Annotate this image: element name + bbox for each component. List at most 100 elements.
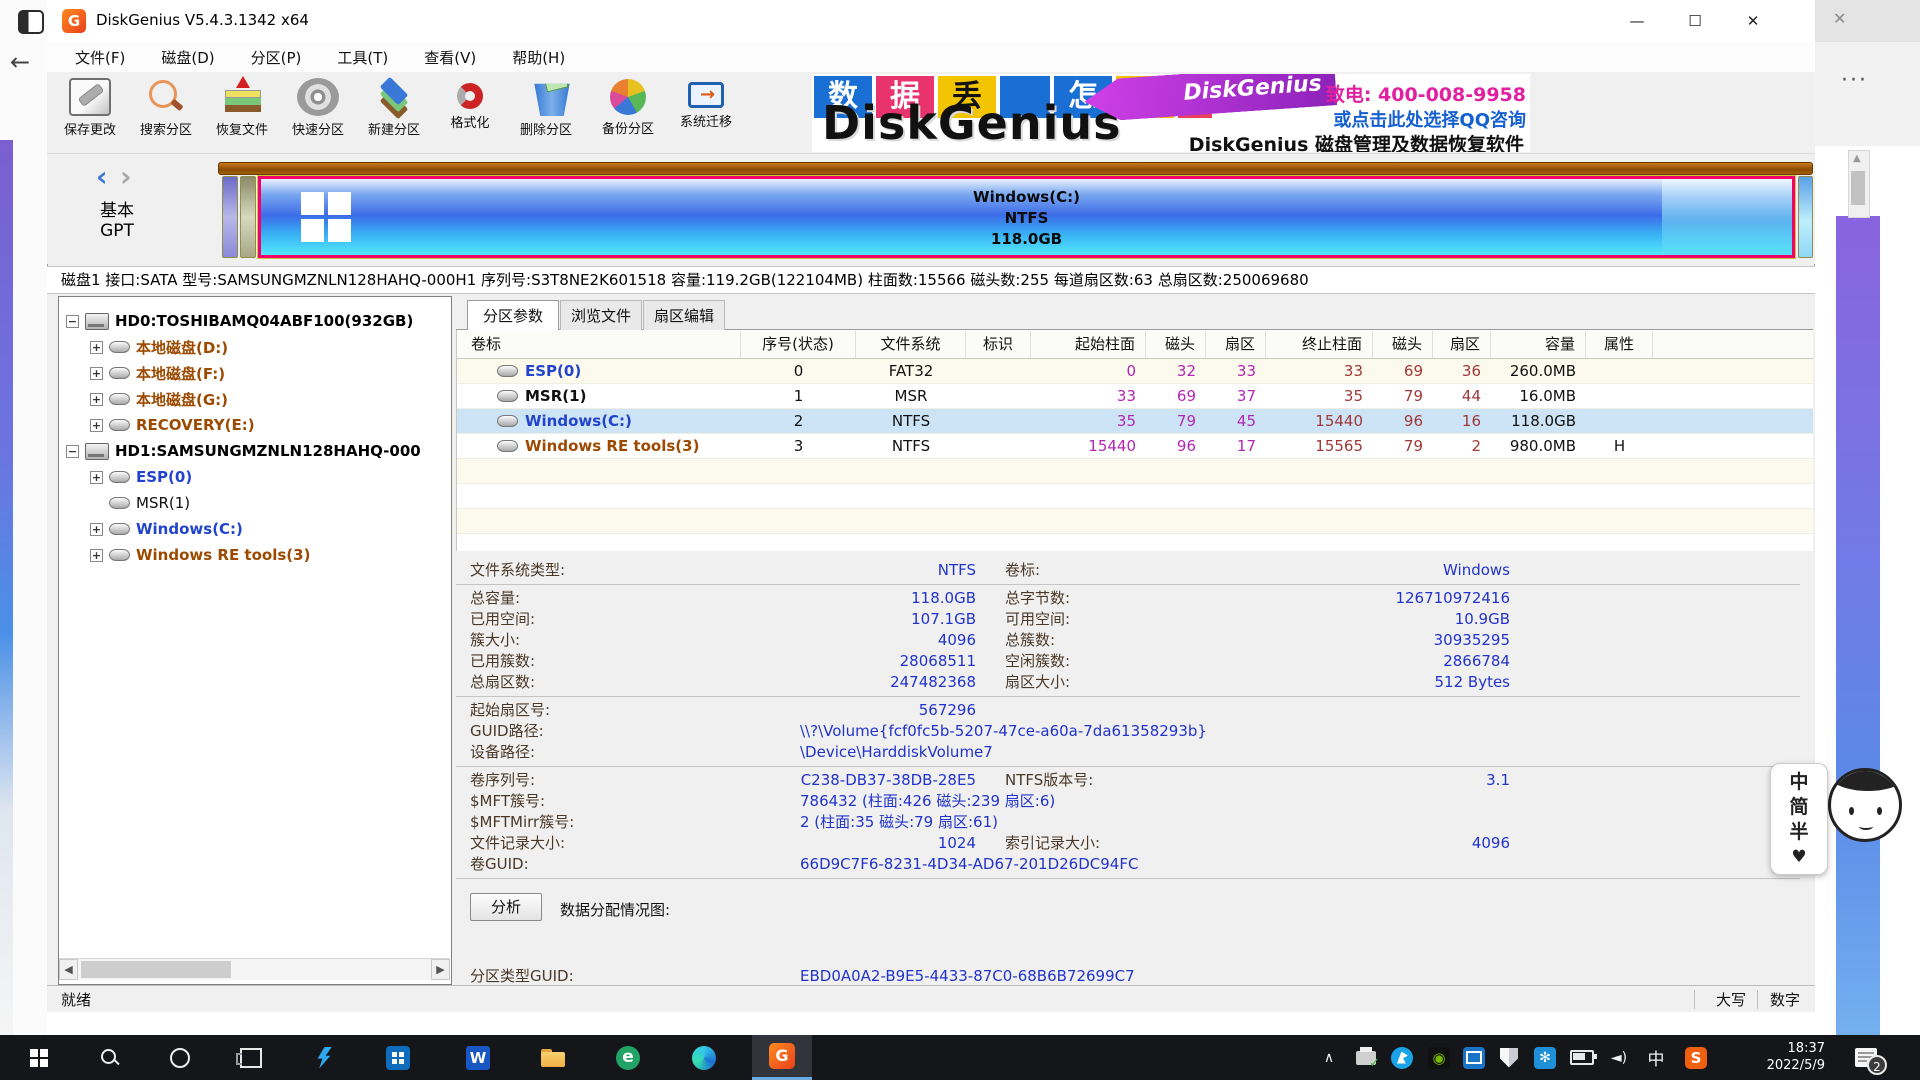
table-row-windows-re[interactable]: Windows RE tools(3) 3 NTFS 15440 96 17 1… (457, 434, 1813, 459)
tab-partition-params[interactable]: 分区参数 (467, 300, 559, 330)
table-row-msr[interactable]: MSR(1) 1 MSR 33 69 37 35 79 44 16.0MB (457, 384, 1813, 409)
tree-item-local-f[interactable]: + 本地磁盘(F:) (90, 360, 225, 386)
bird-tray-button[interactable] (1388, 1035, 1416, 1080)
col-end-sector[interactable]: 扇区 (1433, 331, 1491, 358)
col-capacity[interactable]: 容量 (1491, 331, 1586, 358)
tree-item-esp[interactable]: + ESP(0) (90, 464, 192, 490)
cortana-button[interactable] (158, 1035, 202, 1080)
battery-tray-button[interactable] (1568, 1035, 1596, 1080)
diskgenius-taskbar-button-active[interactable]: G (752, 1035, 812, 1080)
nvidia-tray-button[interactable]: ◉ (1425, 1035, 1453, 1080)
col-start-cylinder[interactable]: 起始柱面 (1031, 331, 1146, 358)
tab-sector-editor[interactable]: 扇区编辑 (643, 300, 725, 330)
tab-browse-files[interactable]: 浏览文件 (560, 300, 642, 330)
tree-item-windows-c[interactable]: + Windows(C:) (90, 516, 243, 542)
col-filesystem[interactable]: 文件系统 (856, 331, 966, 358)
delete-partition-button[interactable]: 删除分区 (508, 78, 584, 138)
ad-banner[interactable]: 数 据 丢 怎 么 ! DiskGenius DiskGenius 致电: 40… (812, 74, 1530, 152)
col-attribute[interactable]: 属性 (1586, 331, 1653, 358)
collapse-icon[interactable]: − (66, 315, 79, 328)
save-changes-button[interactable]: 保存更改 (52, 78, 128, 138)
minimize-button[interactable]: — (1608, 0, 1666, 42)
file-explorer-button[interactable] (531, 1035, 575, 1080)
windows-c-partition-block[interactable]: Windows(C:) NTFS 118.0GB (258, 176, 1795, 258)
intel-tray-button[interactable] (1460, 1035, 1488, 1080)
col-end-cylinder[interactable]: 终止柱面 (1266, 331, 1373, 358)
ime-mode-simplified[interactable]: 简 (1771, 795, 1827, 820)
tree-item-windows-re[interactable]: + Windows RE tools(3) (90, 542, 310, 568)
ime-indicator-button[interactable]: 中 (1642, 1035, 1670, 1080)
defender-tray-button[interactable] (1495, 1035, 1523, 1080)
tree-item-local-g[interactable]: + 本地磁盘(G:) (90, 386, 228, 412)
recover-files-button[interactable]: 恢复文件 (204, 78, 280, 138)
expand-icon[interactable]: + (90, 419, 103, 432)
col-end-head[interactable]: 磁头 (1373, 331, 1433, 358)
nav-forward-icon[interactable]: › (120, 164, 132, 190)
col-index-status[interactable]: 序号(状态) (741, 331, 856, 358)
format-button[interactable]: 格式化 (432, 78, 508, 131)
tree-item-msr[interactable]: + MSR(1) (90, 490, 190, 516)
collapse-icon[interactable]: − (66, 445, 79, 458)
tree-horizontal-scrollbar[interactable]: ◀ ▶ (59, 958, 450, 980)
re-tools-partition-strip[interactable] (1798, 176, 1813, 258)
menu-view[interactable]: 查看(V) (424, 47, 476, 68)
nav-back-icon[interactable]: ‹ (96, 164, 108, 190)
search-button[interactable] (88, 1035, 132, 1080)
col-start-sector[interactable]: 扇区 (1206, 331, 1266, 358)
ime-mode-cn[interactable]: 中 (1771, 770, 1827, 795)
store-button[interactable] (376, 1035, 420, 1080)
table-row-windows-c-selected[interactable]: Windows(C:) 2 NTFS 35 79 45 15440 96 16 … (457, 409, 1813, 434)
ime-status-widget[interactable]: 中 简 半 ♥ (1770, 763, 1828, 875)
analyze-button[interactable]: 分析 (470, 893, 542, 921)
backup-partition-button[interactable]: 备份分区 (590, 78, 666, 137)
col-volume-label[interactable]: 卷标 (457, 331, 741, 358)
quick-partition-button[interactable]: 快速分区 (280, 78, 356, 138)
background-scrollbar: ▲ (1848, 150, 1870, 218)
banner-qq-link[interactable]: 或点击此处选择QQ咨询 (1333, 106, 1526, 132)
tray-chevron-button[interactable]: ∧ (1315, 1035, 1343, 1080)
menu-file[interactable]: 文件(F) (75, 47, 125, 68)
scrollbar-thumb[interactable] (81, 961, 231, 978)
expand-icon[interactable]: + (90, 471, 103, 484)
lightning-app-button[interactable] (302, 1035, 346, 1080)
notification-button[interactable]: 2 (1852, 1035, 1880, 1080)
search-partition-icon (145, 78, 187, 116)
esp-partition-strip[interactable] (222, 176, 238, 258)
tree-item-local-d[interactable]: + 本地磁盘(D:) (90, 334, 228, 360)
tree-item-hd0[interactable]: − HD0:TOSHIBAMQ04ABF100(932GB) (66, 308, 413, 334)
search-partition-button[interactable]: 搜索分区 (128, 78, 204, 138)
menu-tools[interactable]: 工具(T) (337, 47, 388, 68)
expand-icon[interactable]: + (90, 549, 103, 562)
start-button[interactable] (17, 1035, 61, 1080)
scroll-left-icon[interactable]: ◀ (59, 959, 78, 980)
snowflake-tray-button[interactable]: ✻ (1531, 1035, 1559, 1080)
menu-disk[interactable]: 磁盘(D) (161, 47, 214, 68)
close-button[interactable]: ✕ (1724, 0, 1782, 42)
maximize-button[interactable]: ☐ (1666, 0, 1724, 42)
volume-tray-button[interactable]: ◄) (1605, 1035, 1633, 1080)
green-browser-button[interactable]: e (606, 1035, 650, 1080)
tree-item-recovery-e[interactable]: + RECOVERY(E:) (90, 412, 255, 438)
table-row-esp[interactable]: ESP(0) 0 FAT32 0 32 33 33 69 36 260.0MB (457, 359, 1813, 384)
tree-item-hd1[interactable]: − HD1:SAMSUNGMZNLN128HAHQ-000 (66, 438, 421, 464)
msr-partition-strip[interactable] (240, 176, 256, 258)
word-button[interactable]: W (456, 1035, 500, 1080)
expand-icon[interactable]: + (90, 341, 103, 354)
expand-icon[interactable]: + (90, 393, 103, 406)
printer-tray-button[interactable] (1352, 1035, 1380, 1080)
new-partition-button[interactable]: 新建分区 (356, 78, 432, 138)
heart-icon[interactable]: ♥ (1771, 845, 1827, 870)
task-view-button[interactable] (229, 1035, 273, 1080)
menu-partition[interactable]: 分区(P) (251, 47, 302, 68)
menu-help[interactable]: 帮助(H) (512, 47, 565, 68)
scroll-right-icon[interactable]: ▶ (431, 959, 450, 980)
taskbar-clock[interactable]: 18:37 2022/5/9 (1735, 1040, 1825, 1074)
expand-icon[interactable]: + (90, 367, 103, 380)
col-start-head[interactable]: 磁头 (1146, 331, 1206, 358)
expand-icon[interactable]: + (90, 523, 103, 536)
system-migration-button[interactable]: 系统迁移 (668, 78, 744, 130)
sogou-tray-button[interactable]: S (1682, 1035, 1710, 1080)
edge-button[interactable] (682, 1035, 726, 1080)
ime-mode-half[interactable]: 半 (1771, 820, 1827, 845)
col-flag[interactable]: 标识 (966, 331, 1031, 358)
